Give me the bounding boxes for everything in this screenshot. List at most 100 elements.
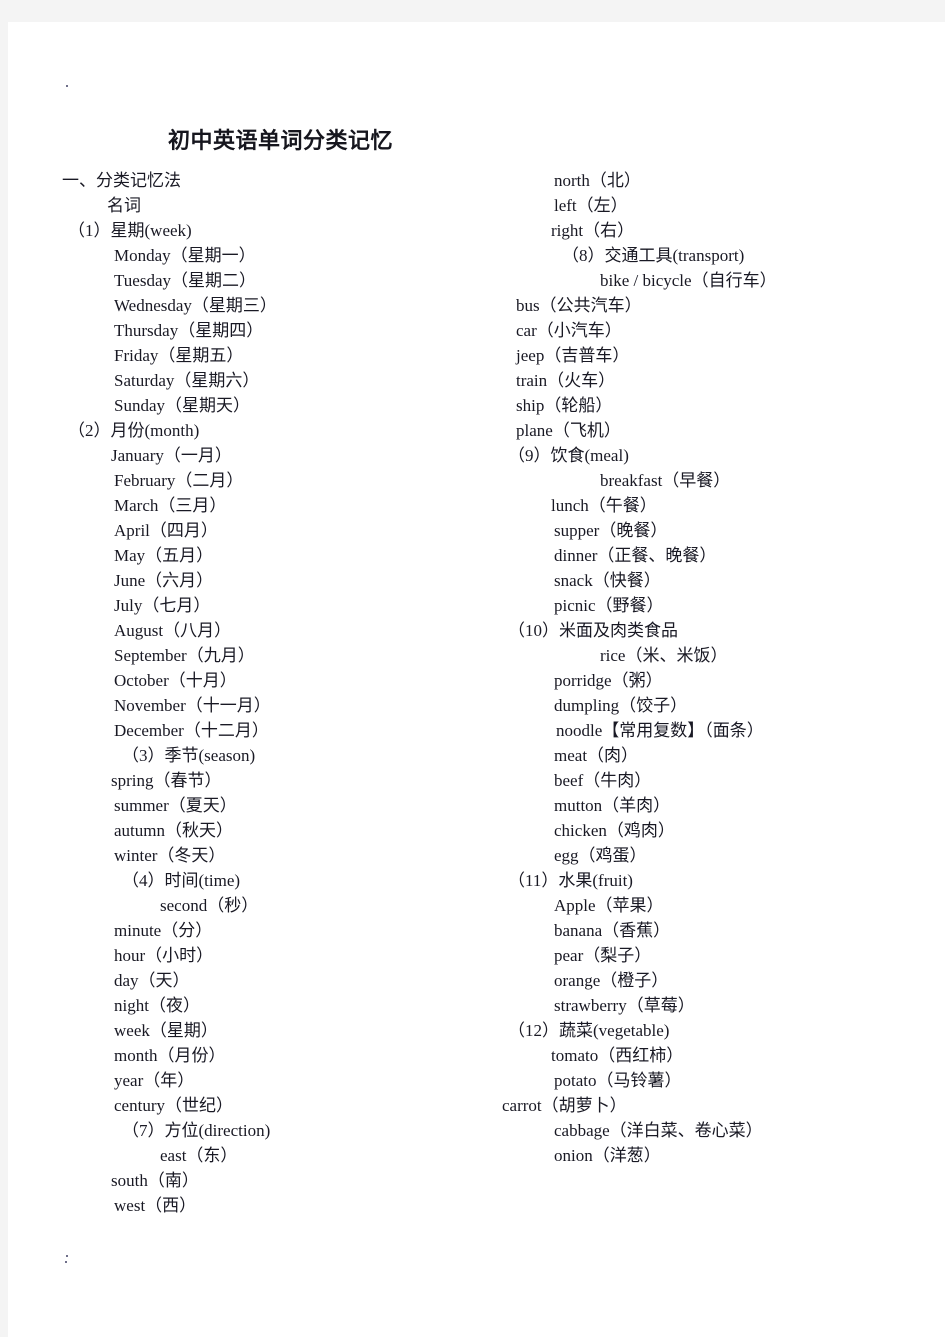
line-text: ship（轮船） [516,396,613,415]
line-text: （2）月份(month) [68,421,200,440]
left-entry-27: winter（冬天） [62,843,502,868]
line-text: 一、分类记忆法 [62,171,181,190]
line-text: potato（马铃薯） [554,1071,682,1090]
right-entry-21: dumpling（饺子） [502,693,942,718]
left-entry-30: minute（分） [62,918,502,943]
right-entry-38: cabbage（洋白菜、卷心菜） [502,1118,942,1143]
line-text: November（十一月） [114,696,271,715]
line-text: dumpling（饺子） [554,696,688,715]
line-text: noodle【常用复数】（面条） [556,721,764,740]
left-entry-36: year（年） [62,1068,502,1093]
line-text: winter（冬天） [114,846,226,865]
line-text: Thursday（星期四） [114,321,264,340]
line-text: jeep（吉普车） [516,346,630,365]
right-group-34: （12）蔬菜(vegetable) [502,1018,942,1043]
right-group-11: （9）饮食(meal) [502,443,942,468]
right-entry-8: train（火车） [502,368,942,393]
line-text: July（七月） [114,596,211,615]
left-entry-24: spring（春节） [62,768,502,793]
left-entry-34: week（星期） [62,1018,502,1043]
right-entry-33: strawberry（草莓） [502,993,942,1018]
line-text: century（世纪） [114,1096,233,1115]
right-group-28: （11）水果(fruit) [502,868,942,893]
line-text: February（二月） [114,471,244,490]
right-entry-6: car（小汽车） [502,318,942,343]
right-entry-2: right（右） [502,218,942,243]
line-text: （7）方位(direction) [122,1121,271,1140]
line-text: （8）交通工具(transport) [562,246,745,265]
right-entry-12: breakfast（早餐） [502,468,942,493]
right-entry-32: orange（橙子） [502,968,942,993]
left-entry-37: century（世纪） [62,1093,502,1118]
line-text: snack（快餐） [554,571,661,590]
right-entry-27: egg（鸡蛋） [502,843,942,868]
left-group-38: （7）方位(direction) [62,1118,502,1143]
line-text: rice（米、米饭） [600,646,728,665]
line-text: tomato（西红柿） [551,1046,684,1065]
line-text: left（左） [554,196,628,215]
line-text: south（南） [111,1171,199,1190]
line-text: pear（梨子） [554,946,652,965]
left-entry-25: summer（夏天） [62,793,502,818]
line-text: month（月份） [114,1046,226,1065]
line-text: porridge（粥） [554,671,663,690]
line-text: right（右） [551,221,635,240]
line-text: bus（公共汽车） [516,296,642,315]
line-text: Tuesday（星期二） [114,271,256,290]
line-text: dinner（正餐、晚餐） [554,546,717,565]
right-group-3: （8）交通工具(transport) [502,243,942,268]
right-entry-19: rice（米、米饭） [502,643,942,668]
left-entry-6: Thursday（星期四） [62,318,502,343]
left-entry-11: January（一月） [62,443,502,468]
line-text: Friday（星期五） [114,346,244,365]
right-entry-5: bus（公共汽车） [502,293,942,318]
line-text: January（一月） [111,446,232,465]
left-entry-22: December（十二月） [62,718,502,743]
right-entry-30: banana（香蕉） [502,918,942,943]
line-text: breakfast（早餐） [600,471,731,490]
line-text: March（三月） [114,496,227,515]
line-text: September（九月） [114,646,255,665]
line-text: autumn（秋天） [114,821,233,840]
line-text: 名词 [107,196,141,215]
line-text: summer（夏天） [114,796,237,815]
right-entry-0: north（北） [502,168,942,193]
right-entry-20: porridge（粥） [502,668,942,693]
right-column: north（北） left（左） right（右） （8）交通工具(transport… [502,168,942,1168]
right-entry-24: beef（牛肉） [502,768,942,793]
right-entry-17: picnic（野餐） [502,593,942,618]
line-text: supper（晚餐） [554,521,668,540]
line-text: chicken（鸡肉） [554,821,675,840]
left-entry-5: Wednesday（星期三） [62,293,502,318]
line-text: train（火车） [516,371,616,390]
right-entry-23: meat（肉） [502,743,942,768]
right-entry-10: plane（飞机） [502,418,942,443]
line-text: bike / bicycle（自行车） [600,271,777,290]
line-text: plane（飞机） [516,421,621,440]
left-entry-29: second（秒） [62,893,502,918]
line-text: car（小汽车） [516,321,622,340]
right-entry-36: potato（马铃薯） [502,1068,942,1093]
line-text: Apple（苹果） [554,896,664,915]
right-entry-9: ship（轮船） [502,393,942,418]
line-text: banana（香蕉） [554,921,671,940]
right-entry-29: Apple（苹果） [502,893,942,918]
left-entry-18: August（八月） [62,618,502,643]
right-entry-4: bike / bicycle（自行车） [502,268,942,293]
line-text: （10）米面及肉类食品 [508,621,678,640]
line-text: April（四月） [114,521,218,540]
left-entry-14: April（四月） [62,518,502,543]
right-entry-22: noodle【常用复数】（面条） [502,718,942,743]
line-text: spring（春节） [111,771,222,790]
line-text: Monday（星期一） [114,246,256,265]
left-subheading-1: 名词 [62,193,502,218]
line-text: strawberry（草莓） [554,996,695,1015]
left-entry-17: July（七月） [62,593,502,618]
right-entry-15: dinner（正餐、晚餐） [502,543,942,568]
left-entry-32: day（天） [62,968,502,993]
left-entry-9: Sunday（星期天） [62,393,502,418]
left-group-28: （4）时间(time) [62,868,502,893]
right-entry-26: chicken（鸡肉） [502,818,942,843]
left-heading-0: 一、分类记忆法 [62,168,502,193]
line-text: north（北） [554,171,641,190]
